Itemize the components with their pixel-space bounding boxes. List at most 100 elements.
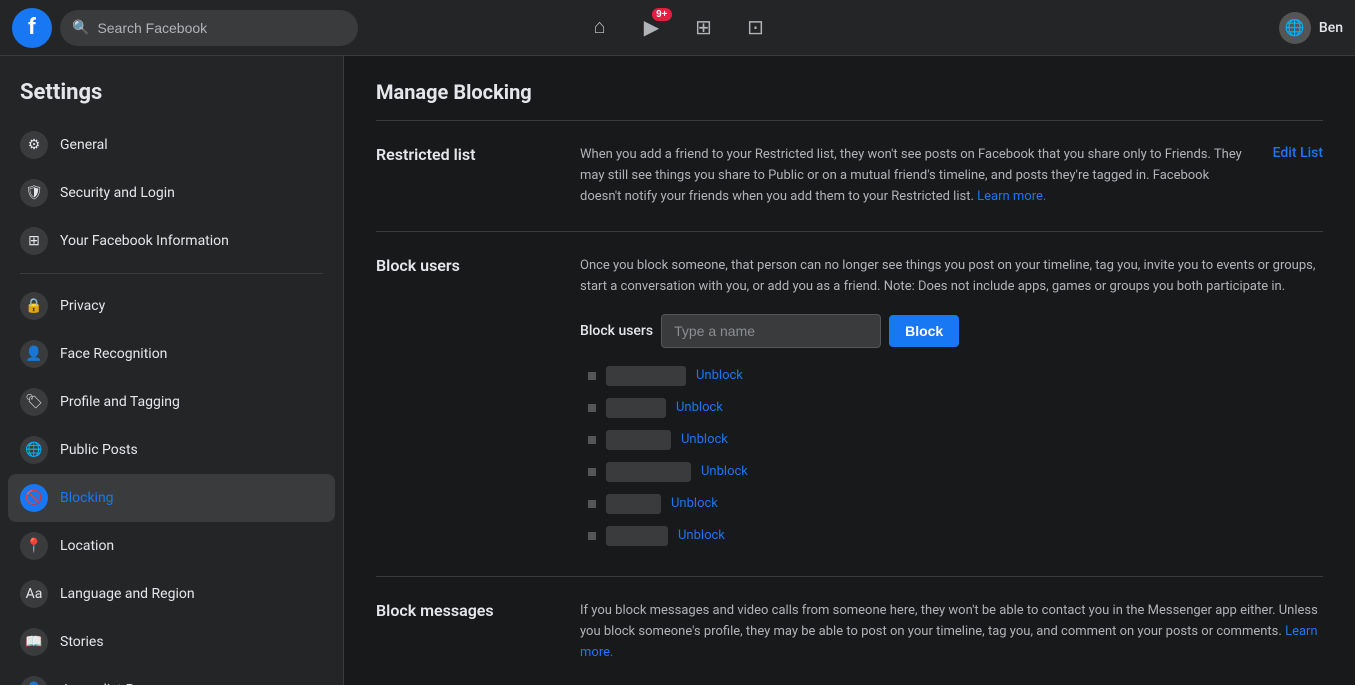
restricted-list-section: Restricted list When you add a friend to… <box>376 120 1323 231</box>
privacy-icon: 🔒 <box>20 292 48 320</box>
block-users-form-label: Block users <box>580 323 653 339</box>
page-title: Manage Blocking <box>376 80 1323 104</box>
language-region-icon: Aa <box>20 580 48 608</box>
topnav-left: f 🔍 <box>12 8 358 48</box>
restricted-list-top-row: When you add a friend to your Restricted… <box>580 145 1323 207</box>
restricted-list-learn-more[interactable]: Learn more. <box>977 189 1046 204</box>
sidebar-title: Settings <box>8 72 335 121</box>
sidebar-item-profile-tagging[interactable]: 🏷 Profile and Tagging <box>8 378 335 426</box>
block-messages-body: If you block messages and video calls fr… <box>580 601 1323 663</box>
unblock-button-5[interactable]: Unblock <box>671 496 718 511</box>
search-input[interactable] <box>97 20 346 36</box>
sidebar-label-stories: Stories <box>60 634 104 650</box>
stories-icon: 📖 <box>20 628 48 656</box>
avatar-icon: 🌐 <box>1285 18 1305 37</box>
blocked-user-item: Unblock <box>588 392 1323 424</box>
sidebar-item-language-region[interactable]: Aa Language and Region <box>8 570 335 618</box>
bullet-icon <box>588 404 596 412</box>
blocked-user-name <box>606 526 668 546</box>
security-icon: 🛡 <box>20 179 48 207</box>
sidebar-item-journalist-resources[interactable]: 👤 Journalist Resources <box>8 666 335 685</box>
blocked-user-item: Unblock <box>588 360 1323 392</box>
unblock-button-6[interactable]: Unblock <box>678 528 725 543</box>
username-label: Ben <box>1319 20 1343 36</box>
home-icon: ⌂ <box>593 16 605 39</box>
content-area: Manage Blocking Restricted list When you… <box>344 56 1355 685</box>
block-users-body: Once you block someone, that person can … <box>580 256 1323 552</box>
location-icon: 📍 <box>20 532 48 560</box>
block-messages-desc: If you block messages and video calls fr… <box>580 601 1323 663</box>
notification-badge: 9+ <box>652 8 671 21</box>
sidebar-item-facebook-info[interactable]: ⊞ Your Facebook Information <box>8 217 335 265</box>
sidebar-item-general[interactable]: ⚙ General <box>8 121 335 169</box>
restricted-list-title: Restricted list <box>376 145 556 207</box>
blocked-user-item: Unblock <box>588 520 1323 552</box>
blocked-user-item: Unblock <box>588 424 1323 456</box>
sidebar-label-facebook-info: Your Facebook Information <box>60 233 229 249</box>
home-nav-button[interactable]: ⌂ <box>576 4 624 52</box>
unblock-button-4[interactable]: Unblock <box>701 464 748 479</box>
general-icon: ⚙ <box>20 131 48 159</box>
sidebar-item-face-recognition[interactable]: 👤 Face Recognition <box>8 330 335 378</box>
restricted-list-body: When you add a friend to your Restricted… <box>580 145 1323 207</box>
sidebar: Settings ⚙ General 🛡 Security and Login … <box>0 56 344 685</box>
sidebar-label-general: General <box>60 137 108 153</box>
block-button[interactable]: Block <box>889 315 959 347</box>
marketplace-nav-button[interactable]: ⊞ <box>680 4 728 52</box>
sidebar-label-location: Location <box>60 538 114 554</box>
marketplace-icon: ⊞ <box>695 15 712 40</box>
sidebar-item-blocking[interactable]: 🚫 Blocking <box>8 474 335 522</box>
search-bar[interactable]: 🔍 <box>60 10 358 46</box>
gaming-icon: ⊡ <box>747 15 764 40</box>
sidebar-label-privacy: Privacy <box>60 298 105 314</box>
sidebar-item-public-posts[interactable]: 🌐 Public Posts <box>8 426 335 474</box>
block-users-form: Block users Block <box>580 314 1323 348</box>
block-users-desc: Once you block someone, that person can … <box>580 256 1323 298</box>
block-messages-title: Block messages <box>376 601 556 663</box>
gaming-nav-button[interactable]: ⊡ <box>732 4 780 52</box>
bullet-icon <box>588 532 596 540</box>
blocked-user-name <box>606 494 661 514</box>
sidebar-item-security[interactable]: 🛡 Security and Login <box>8 169 335 217</box>
restricted-list-desc: When you add a friend to your Restricted… <box>580 145 1245 207</box>
block-users-title: Block users <box>376 256 556 552</box>
unblock-button-2[interactable]: Unblock <box>676 400 723 415</box>
topnav: f 🔍 ⌂ ▶ 9+ ⊞ ⊡ 🌐 Ben <box>0 0 1355 56</box>
sidebar-item-privacy[interactable]: 🔒 Privacy <box>8 282 335 330</box>
unblock-button-3[interactable]: Unblock <box>681 432 728 447</box>
sidebar-item-location[interactable]: 📍 Location <box>8 522 335 570</box>
sidebar-item-stories[interactable]: 📖 Stories <box>8 618 335 666</box>
profile-tagging-icon: 🏷 <box>20 388 48 416</box>
edit-list-button[interactable]: Edit List <box>1257 145 1323 161</box>
block-users-input[interactable] <box>661 314 881 348</box>
bullet-icon <box>588 436 596 444</box>
bullet-icon <box>588 468 596 476</box>
sidebar-divider <box>20 273 323 274</box>
blocked-user-name <box>606 462 691 482</box>
facebook-info-icon: ⊞ <box>20 227 48 255</box>
blocked-user-item: Unblock <box>588 488 1323 520</box>
public-posts-icon: 🌐 <box>20 436 48 464</box>
topnav-right: 🌐 Ben <box>1279 12 1343 44</box>
facebook-logo[interactable]: f <box>12 8 52 48</box>
sidebar-label-public-posts: Public Posts <box>60 442 138 458</box>
bullet-icon <box>588 372 596 380</box>
blocking-icon: 🚫 <box>20 484 48 512</box>
unblock-button-1[interactable]: Unblock <box>696 368 743 383</box>
blocked-user-name <box>606 430 671 450</box>
avatar: 🌐 <box>1279 12 1311 44</box>
block-users-section: Block users Once you block someone, that… <box>376 231 1323 576</box>
sidebar-label-blocking: Blocking <box>60 490 114 506</box>
main-layout: Settings ⚙ General 🛡 Security and Login … <box>0 56 1355 685</box>
sidebar-label-security: Security and Login <box>60 185 175 201</box>
sidebar-label-profile-tagging: Profile and Tagging <box>60 394 180 410</box>
face-recognition-icon: 👤 <box>20 340 48 368</box>
block-messages-section: Block messages If you block messages and… <box>376 576 1323 685</box>
video-nav-button[interactable]: ▶ 9+ <box>628 4 676 52</box>
blocked-user-name <box>606 366 686 386</box>
search-icon: 🔍 <box>72 20 89 36</box>
journalist-resources-icon: 👤 <box>20 676 48 685</box>
sidebar-label-face-recognition: Face Recognition <box>60 346 167 362</box>
blocked-user-item: Unblock <box>588 456 1323 488</box>
bullet-icon <box>588 500 596 508</box>
